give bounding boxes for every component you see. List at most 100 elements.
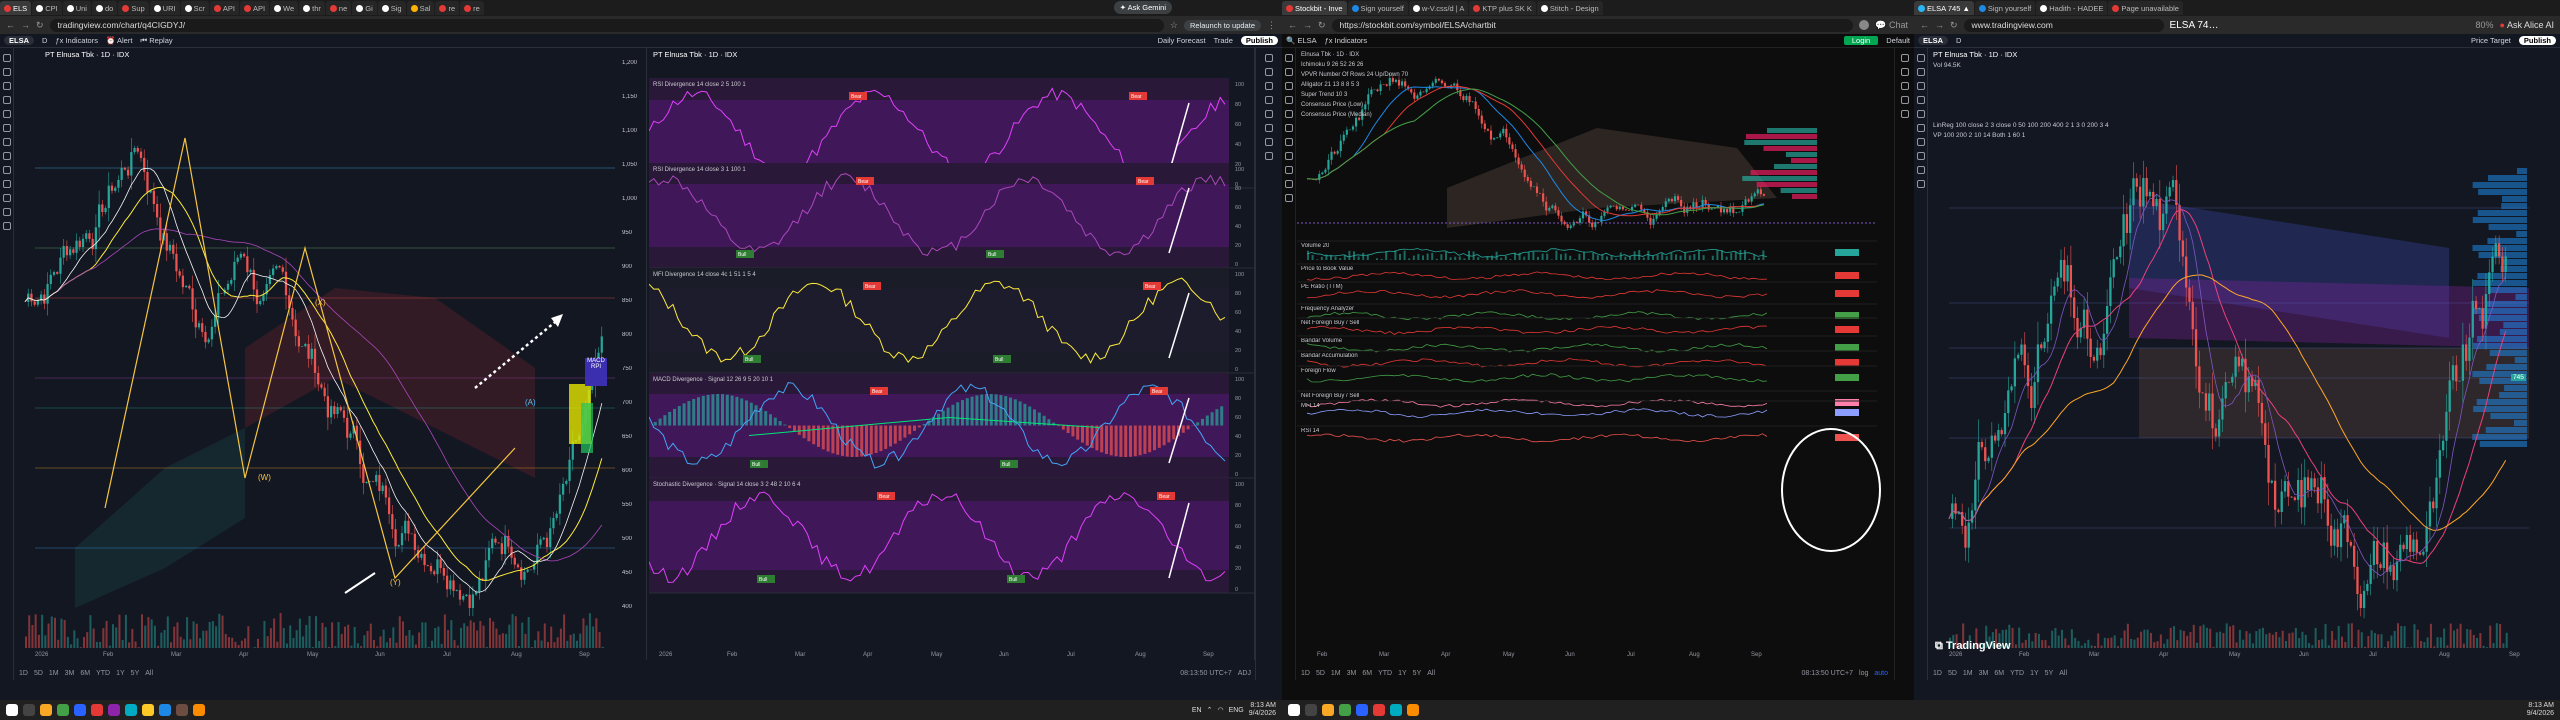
back-icon[interactable]: ← [1288, 20, 1297, 30]
url-input[interactable]: tradingview.com/chart/q4CIGDYJ/ [50, 19, 1164, 32]
prediction-icon[interactable] [3, 138, 11, 146]
trade-button[interactable]: Trade [1214, 36, 1233, 45]
timeframe-button[interactable]: 5Y [131, 670, 140, 677]
layout-name[interactable]: Daily Forecast [1158, 36, 1206, 45]
brush-icon[interactable] [1285, 96, 1293, 104]
forward-icon[interactable]: → [1303, 20, 1312, 30]
magnet-icon[interactable] [1917, 152, 1925, 160]
watchlist-icon[interactable] [1265, 54, 1273, 62]
clock[interactable]: 8:13 AM 9/4/2026 [1249, 702, 1276, 718]
clock[interactable]: 8:13 AM 9/4/2026 [2527, 702, 2554, 718]
symbol-search[interactable]: ELSA [1918, 36, 1948, 45]
lock-icon[interactable] [3, 194, 11, 202]
crosshair-icon[interactable] [1285, 54, 1293, 62]
browser-tab[interactable]: CPI [32, 1, 62, 15]
replay-button[interactable]: ⏮ Replay [140, 36, 172, 46]
app-icon-1[interactable] [57, 704, 69, 716]
reload-icon[interactable]: ↻ [1318, 20, 1326, 31]
ideas-icon[interactable] [1265, 124, 1273, 132]
browser-tab[interactable]: API [240, 1, 269, 15]
browser-tab[interactable]: ne [326, 1, 351, 15]
start-icon[interactable] [1288, 704, 1300, 716]
chevron-up-icon[interactable]: ⌃ [1207, 706, 1213, 714]
app-icon-9[interactable] [193, 704, 205, 716]
url-input[interactable]: https://stockbit.com/symbol/ELSA/chartbi… [1332, 19, 1854, 32]
alerts-icon[interactable] [1265, 68, 1273, 76]
text-icon[interactable] [1917, 110, 1925, 118]
ruler-icon[interactable] [1917, 124, 1925, 132]
app-icon-6[interactable] [142, 704, 154, 716]
browser-tab[interactable]: Gi [352, 1, 377, 15]
ask-gemini-button[interactable]: ✦ Ask Gemini [1114, 1, 1172, 14]
timeframe-button[interactable]: 1D [1301, 670, 1310, 677]
login-button[interactable]: Login [1844, 36, 1878, 45]
timeframe-button[interactable]: 5Y [1413, 670, 1422, 677]
stockbit-chart[interactable]: Feb Mar Apr May Jun Jul Aug Sep Elnusa Tbk · 1D… [1297, 48, 1877, 660]
hotlist-icon[interactable] [1265, 96, 1273, 104]
timeframe-button[interactable]: 5Y [2045, 670, 2054, 677]
app-icon-4[interactable] [108, 704, 120, 716]
timeframe-button[interactable]: 3M [65, 670, 75, 677]
magnet-icon[interactable] [3, 180, 11, 188]
forward-icon[interactable]: → [21, 20, 30, 30]
browser-tab[interactable]: Uni [63, 1, 91, 15]
browser-tab[interactable]: re [435, 1, 459, 15]
timeframe-button[interactable]: 6M [1994, 670, 2004, 677]
price-target-chart[interactable]: 2026 Feb Mar Apr May Jun Jul Aug Sep PT Elnusa T… [1929, 48, 2544, 660]
lock-icon[interactable] [1285, 180, 1293, 188]
timeframe-button[interactable]: 6M [80, 670, 90, 677]
text-icon[interactable] [1285, 110, 1293, 118]
app-icon-3[interactable] [1373, 704, 1385, 716]
ask-ai-button[interactable]: ● Ask Alice AI [2500, 20, 2554, 30]
symbol-search[interactable]: ELSA [4, 36, 34, 45]
start-icon[interactable] [6, 704, 18, 716]
relaunch-button[interactable]: Relaunch to update [1184, 20, 1261, 31]
orderbook-icon[interactable] [1901, 68, 1909, 76]
publish-button[interactable]: Publish [2519, 36, 2556, 45]
trendline-icon[interactable] [1917, 68, 1925, 76]
back-icon[interactable]: ← [1920, 20, 1929, 30]
browser-tab[interactable]: KTP plus SK K [1469, 1, 1535, 15]
crosshair-icon[interactable] [3, 54, 11, 62]
app-icon-7[interactable] [159, 704, 171, 716]
timeframe-button[interactable]: 3M [1347, 670, 1357, 677]
timeframe-button[interactable]: All [2059, 670, 2067, 677]
alert-button[interactable]: ⏰ Alert [106, 36, 132, 45]
trash-icon[interactable] [1285, 194, 1293, 202]
indicator-chart[interactable]: PT Elnusa Tbk · 1D · IDX RSI Divergence … [649, 48, 1255, 660]
indicators-button[interactable]: ƒx Indicators [1325, 36, 1368, 45]
browser-tab[interactable]: ELSA 745 ▲ [1914, 1, 1974, 15]
avatar[interactable] [1859, 20, 1869, 30]
browser-tab[interactable]: Sig [378, 1, 406, 15]
timeframe-button[interactable]: 1M [49, 670, 59, 677]
auto-toggle[interactable]: auto [1874, 670, 1888, 677]
default-layout-select[interactable]: Default [1886, 36, 1910, 45]
datawindow-icon[interactable] [1265, 82, 1273, 90]
zoom-level[interactable]: 80% [2476, 20, 2494, 30]
timeframe-button[interactable]: 5D [34, 670, 43, 677]
timeframe-button[interactable]: YTD [1378, 670, 1392, 677]
eye-icon[interactable] [3, 208, 11, 216]
browser-tab[interactable]: Page unavailable [2108, 1, 2183, 15]
trendline-icon[interactable] [3, 68, 11, 76]
browser-tab[interactable]: We [270, 1, 298, 15]
timeframe-button[interactable]: 1M [1331, 670, 1341, 677]
symbol-field[interactable]: 🔍 ELSA [1286, 36, 1317, 45]
browser-tab[interactable]: w-V.css/d | A [1409, 1, 1469, 15]
timeframe-button[interactable]: 1Y [1398, 670, 1407, 677]
main-price-chart[interactable]: PT Elnusa Tbk · 1D · IDX 2026 Feb Mar Apr Ma… [15, 48, 647, 660]
browser-tab[interactable]: Scr [181, 1, 209, 15]
fib-icon[interactable] [1285, 82, 1293, 90]
app-icon-8[interactable] [176, 704, 188, 716]
calendar-icon[interactable] [1265, 110, 1273, 118]
trash-icon[interactable] [1917, 180, 1925, 188]
text-icon[interactable] [3, 110, 11, 118]
chat-icon[interactable] [1265, 138, 1273, 146]
url-input[interactable]: www.tradingview.com [1964, 19, 2164, 32]
browser-tab[interactable]: Sup [118, 1, 148, 15]
zoom-icon[interactable] [1285, 152, 1293, 160]
browser-tab[interactable]: Sign yourself [1348, 1, 1408, 15]
browser-tab[interactable]: Stockbit - Inve [1282, 1, 1347, 15]
brush-icon[interactable] [3, 96, 11, 104]
files-icon[interactable] [1322, 704, 1334, 716]
